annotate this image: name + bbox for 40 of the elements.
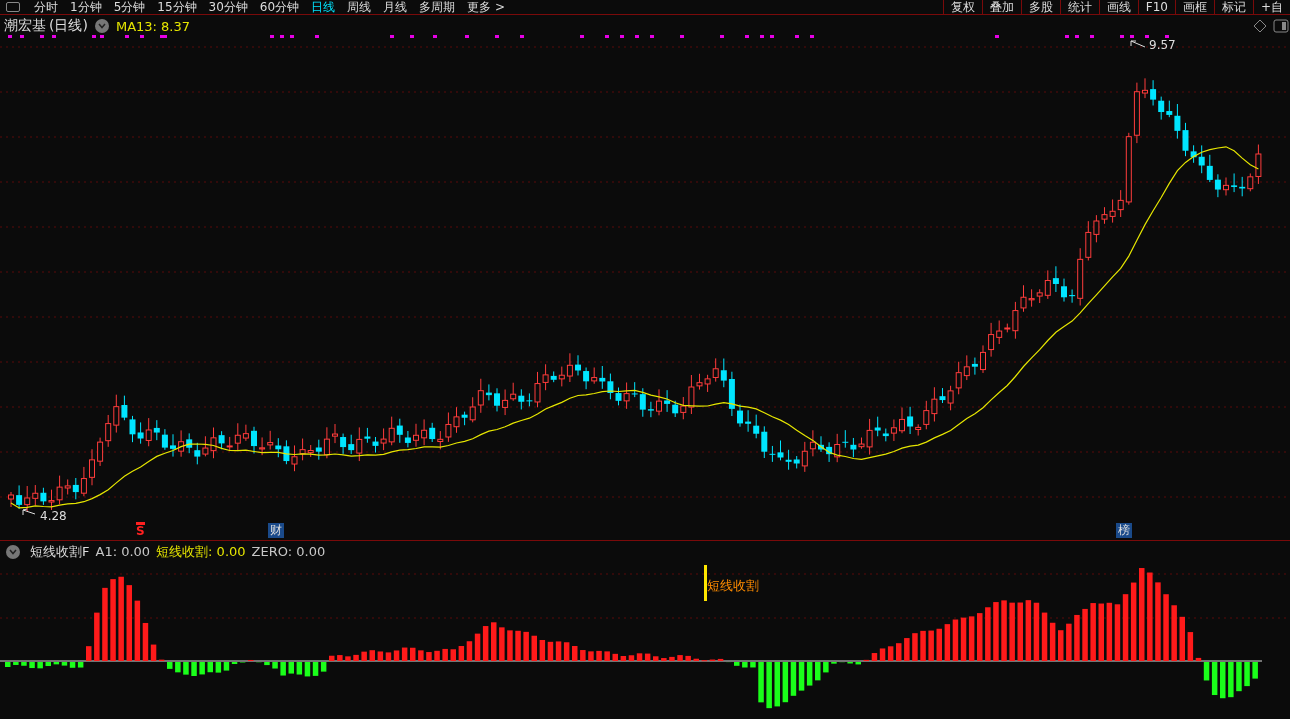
- toolbar-button[interactable]: 叠加: [981, 0, 1021, 14]
- low-price-label: 4.28: [40, 509, 67, 523]
- indicator-name: 短线收割F: [30, 542, 90, 561]
- toolbar-button[interactable]: 多股: [1020, 0, 1060, 14]
- toolbar-button[interactable]: F10: [1137, 0, 1175, 14]
- event-badge[interactable]: 榜: [1116, 523, 1132, 538]
- stock-name: 潮宏基: [4, 17, 46, 35]
- signal-label: 短线收割: [707, 577, 759, 595]
- period-tab[interactable]: 15分钟: [151, 0, 203, 14]
- diamond-icon[interactable]: [1253, 19, 1267, 33]
- indicator-value: A1: 0.00: [95, 544, 151, 559]
- period-label: (日线): [49, 17, 88, 35]
- panel-toggle-icon[interactable]: [1273, 19, 1289, 33]
- period-tab[interactable]: 周线: [341, 0, 378, 14]
- period-tab[interactable]: 日线: [305, 0, 342, 14]
- dropdown-icon[interactable]: [94, 19, 109, 33]
- toolbar-button[interactable]: 画框: [1174, 0, 1214, 14]
- period-tab[interactable]: 更多 >: [461, 0, 511, 14]
- period-tab[interactable]: 1分钟: [64, 0, 108, 14]
- high-price-label: 9.57: [1149, 38, 1176, 52]
- toolbar-button[interactable]: 统计: [1059, 0, 1099, 14]
- indicator-value: 短线收割: 0.00: [156, 542, 246, 561]
- toolbar-button[interactable]: 标记: [1213, 0, 1253, 14]
- window-icon[interactable]: [6, 2, 20, 12]
- period-tab[interactable]: 多周期: [413, 0, 462, 14]
- ma-value: MA13: 8.37: [115, 18, 191, 34]
- period-tab[interactable]: 60分钟: [253, 0, 306, 14]
- period-tab[interactable]: 分时: [28, 0, 64, 14]
- dropdown-icon[interactable]: [6, 544, 20, 559]
- arrow-icon: [1130, 40, 1146, 50]
- event-badge[interactable]: 财: [268, 523, 284, 538]
- toolbar-button[interactable]: +自: [1252, 0, 1290, 14]
- signal-line: [704, 565, 707, 601]
- arrow-icon: [22, 508, 36, 518]
- period-tab[interactable]: 5分钟: [107, 0, 152, 14]
- toolbar-button[interactable]: 画线: [1098, 0, 1138, 14]
- period-tab[interactable]: 月线: [377, 0, 414, 14]
- period-tab[interactable]: 30分钟: [202, 0, 254, 14]
- toolbar-button[interactable]: 复权: [942, 0, 982, 14]
- indicator-value: ZERO: 0.00: [251, 544, 326, 559]
